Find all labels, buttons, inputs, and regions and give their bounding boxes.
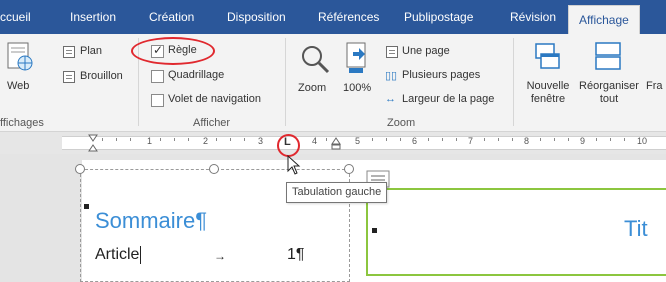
magnifier-icon: [302, 46, 330, 74]
title-text[interactable]: Tit: [624, 216, 648, 242]
nouvelle-fenetre-label: Nouvelle fenêtre: [521, 80, 575, 106]
reorg-line1: Réorganiser: [579, 80, 639, 92]
reorg-line2: tout: [599, 93, 619, 105]
reorganiser-label: Réorganiser tout: [578, 80, 640, 106]
title-text-box[interactable]: Tit: [366, 188, 666, 276]
ruler-tick: [102, 138, 103, 141]
ruler-number: 2: [203, 136, 209, 146]
right-indent-marker-icon[interactable]: [331, 136, 341, 150]
tab-publipostage[interactable]: Publipostage: [404, 0, 473, 34]
tab-accueil[interactable]: ccueil: [0, 0, 31, 34]
tab-arrow: →: [214, 249, 226, 263]
largeur-page-label: Largeur de la page: [402, 93, 495, 105]
zoom-group-label: Zoom: [387, 117, 416, 129]
resize-handle[interactable]: [344, 164, 354, 174]
plusieurs-pages-label: Plusieurs pages: [402, 69, 481, 81]
anchor-marker: [84, 204, 89, 209]
zoom-label: Zoom: [298, 82, 327, 94]
ruler-tick: [442, 138, 443, 141]
ruler-tick: [116, 138, 117, 141]
ruler-tick: [554, 138, 555, 141]
ruler-number: 7: [468, 136, 474, 146]
regle-annotation-ellipse: [131, 37, 215, 65]
multiple-pages-icon: ▯▯: [385, 70, 398, 82]
ruler-tick: [400, 138, 401, 141]
ruler-tick: [610, 138, 611, 141]
ruler-tick: [386, 138, 387, 141]
ruler-tick: [372, 138, 373, 141]
brouillon-label: Brouillon: [80, 70, 123, 82]
ruler-number: 4: [312, 136, 318, 146]
fractionner-label: Fra: [646, 80, 663, 92]
ruler-tick: [230, 138, 231, 141]
ribbon-panel: Web Plan Brouillon ffichages Règle Quadr…: [0, 34, 666, 132]
ruler-track: [62, 136, 666, 150]
quadrillage-label: Quadrillage: [168, 69, 225, 81]
tab-references[interactable]: Références: [318, 0, 379, 34]
quadrillage-checkbox-box[interactable]: [151, 70, 164, 83]
zoom-100-icon: [346, 42, 366, 73]
article-text[interactable]: Article: [95, 246, 142, 264]
plan-label: Plan: [80, 45, 103, 57]
arrange-all-icon: [595, 42, 621, 70]
ruler-tick: [326, 138, 327, 141]
mouse-cursor-icon: [287, 155, 301, 175]
ruler-tick: [512, 138, 513, 141]
new-window-icon: [535, 43, 560, 69]
horizontal-ruler[interactable]: 1 2 3 L 4 5 6 7 8 9 10: [0, 132, 666, 154]
group-separator: [513, 38, 514, 126]
ruler-number: 5: [355, 136, 361, 146]
nouvelle-line2: fenêtre: [530, 93, 566, 105]
tab-affichage[interactable]: Affichage: [568, 5, 640, 34]
ruler-tick: [188, 138, 189, 141]
tab-revision[interactable]: Révision: [510, 0, 556, 34]
ruler-tick: [174, 138, 175, 141]
une-page-label: Une page: [402, 45, 450, 57]
ruler-tick: [568, 138, 569, 141]
tab-insertion[interactable]: Insertion: [70, 0, 116, 34]
ruler-tick: [130, 138, 131, 141]
ruler-tick: [428, 138, 429, 141]
ruler-tick: [498, 138, 499, 141]
ruler-tick: [596, 138, 597, 141]
page-width-icon: ↔: [385, 93, 396, 105]
ruler-number: 10: [637, 136, 648, 146]
anchor-marker: [372, 228, 377, 233]
web-label: Web: [7, 80, 30, 92]
zoom-100-label: 100%: [343, 82, 372, 94]
tab-stop-annotation-circle: [277, 134, 300, 157]
resize-handle[interactable]: [209, 164, 219, 174]
views-group-label: ffichages: [0, 117, 44, 129]
ruler-number: 8: [524, 136, 530, 146]
ruler-tick: [456, 138, 457, 141]
brouillon-icon: [63, 71, 75, 83]
ruler-tick: [624, 138, 625, 141]
ruler-number: 9: [580, 136, 586, 146]
ruler-tick: [244, 138, 245, 141]
plan-icon: [63, 46, 75, 58]
ribbon-tab-bar: ccueil Insertion Création Disposition Ré…: [0, 0, 666, 34]
nouvelle-line1: Nouvelle: [526, 80, 570, 92]
ruler-tick: [540, 138, 541, 141]
tabulation-tooltip: Tabulation gauche: [286, 182, 388, 203]
ruler-number: 1: [147, 136, 153, 146]
volet-label: Volet de navigation: [168, 93, 261, 105]
tab-disposition[interactable]: Disposition: [227, 0, 286, 34]
ruler-tick: [484, 138, 485, 141]
ruler-tick: [160, 138, 161, 141]
ruler-number: 3: [258, 136, 264, 146]
sommaire-heading[interactable]: Sommaire¶: [95, 208, 207, 234]
indent-marker-icon[interactable]: [88, 134, 98, 154]
volet-checkbox-box[interactable]: [151, 94, 164, 107]
one-page-icon: [386, 46, 398, 58]
show-group-label: Afficher: [193, 117, 231, 129]
web-layout-icon: [7, 42, 33, 71]
ruler-number: 6: [412, 136, 418, 146]
tab-creation[interactable]: Création: [149, 0, 194, 34]
resize-handle[interactable]: [75, 164, 85, 174]
page-number-text[interactable]: 1¶: [287, 246, 305, 264]
group-separator: [285, 38, 286, 126]
ruler-tick: [216, 138, 217, 141]
